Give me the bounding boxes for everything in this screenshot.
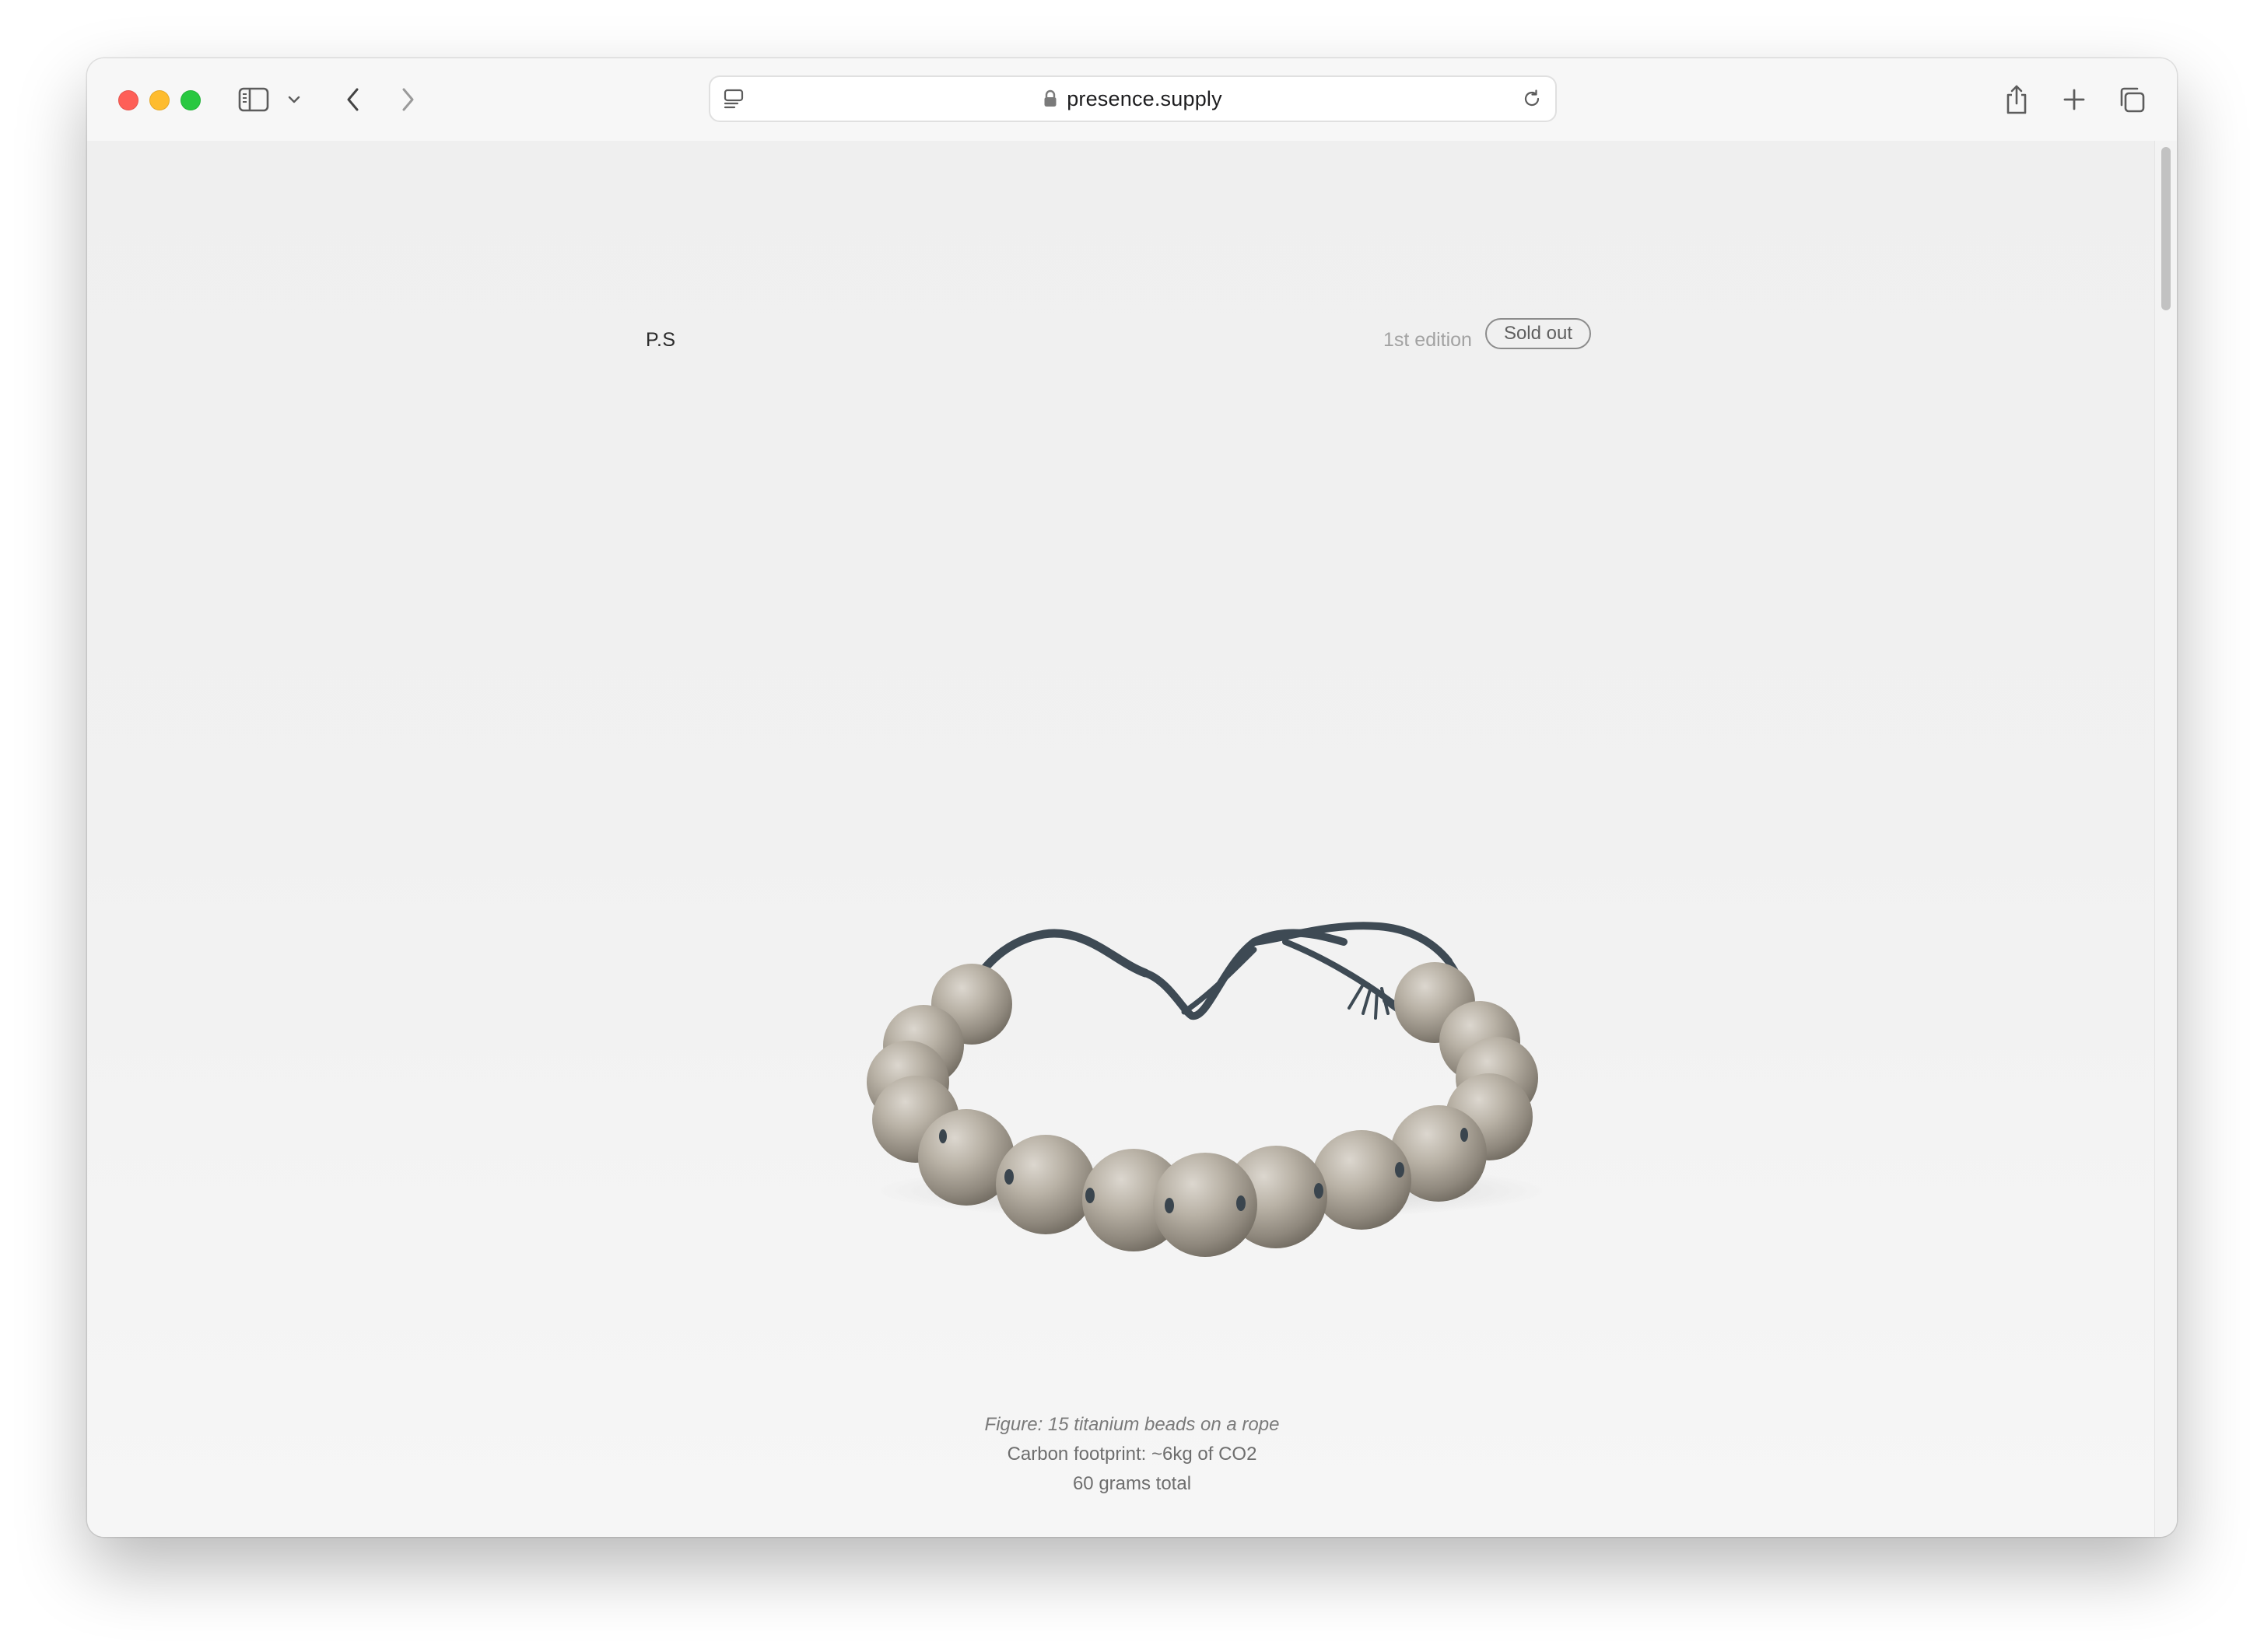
tab-overview-button[interactable]	[2116, 84, 2147, 115]
reload-icon	[1524, 89, 1540, 107]
sold-out-badge[interactable]: Sold out	[1485, 318, 1591, 349]
browser-window: presence.supply P.S 1st edition Sold out…	[87, 58, 2177, 1537]
url-text[interactable]: presence.supply	[1067, 87, 1222, 111]
site-logo[interactable]: P.S	[646, 329, 676, 352]
sidebar-toggle-button[interactable]	[238, 84, 269, 115]
new-tab-button[interactable]	[2059, 84, 2090, 115]
tab-overview-icon	[2120, 87, 2145, 113]
back-button[interactable]	[338, 84, 369, 115]
figure-caption: Figure: 15 titanium beads on a rope	[984, 1414, 1280, 1435]
scrollbar-thumb[interactable]	[2161, 147, 2171, 310]
minimize-window-button[interactable]	[149, 90, 170, 110]
sidebar-menu-button[interactable]	[286, 92, 302, 107]
share-button[interactable]	[2001, 82, 2032, 117]
rope	[936, 922, 1472, 1055]
close-window-button[interactable]	[118, 90, 138, 110]
scrollbar[interactable]	[2154, 141, 2177, 1537]
bead	[996, 1135, 1095, 1234]
chevron-right-icon	[402, 88, 414, 111]
sidebar-icon	[238, 87, 269, 112]
edition-label: 1st edition	[1383, 329, 1472, 351]
plus-icon	[2063, 89, 2085, 110]
carbon-footprint-text: Carbon footprint: ~6kg of CO2	[1007, 1444, 1257, 1465]
page-content: P.S 1st edition Sold out Figure: 15 tita…	[87, 141, 2177, 1537]
browser-toolbar: presence.supply	[87, 58, 2177, 142]
address-bar[interactable]: presence.supply	[710, 77, 1555, 121]
bead	[1312, 1130, 1411, 1230]
weight-text: 60 grams total	[1072, 1473, 1192, 1494]
chevron-down-icon	[288, 96, 300, 103]
share-icon	[2006, 85, 2027, 114]
forward-button[interactable]	[392, 84, 423, 115]
product-image	[867, 922, 1546, 1257]
chevron-left-icon	[347, 88, 359, 111]
lock-icon	[1044, 89, 1057, 107]
address-center: presence.supply	[710, 77, 1555, 121]
zoom-window-button[interactable]	[180, 90, 201, 110]
screenshot-stage: presence.supply P.S 1st edition Sold out…	[0, 0, 2264, 1652]
reload-button[interactable]	[1519, 86, 1544, 111]
